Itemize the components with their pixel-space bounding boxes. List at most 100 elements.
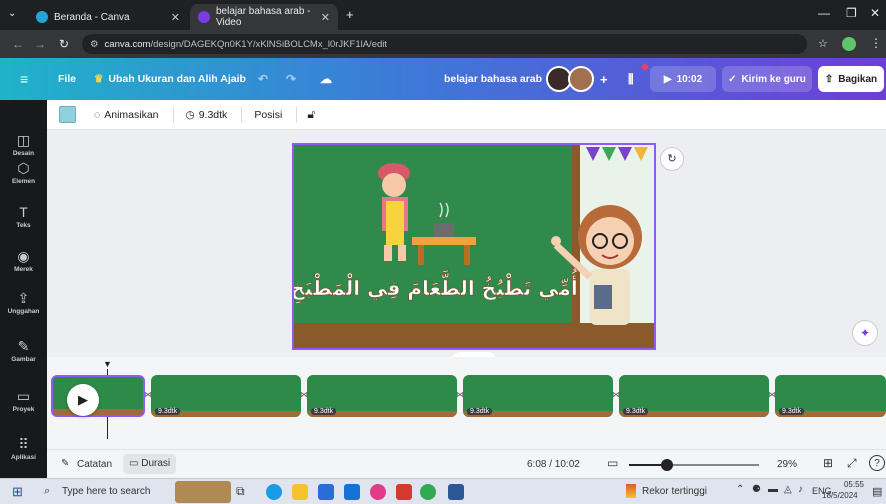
battery-icon[interactable]: ▬ [768,484,778,495]
site-settings-icon[interactable]: ⚙ [90,39,99,50]
duration-button[interactable]: 9.3dtk [199,109,228,121]
fullscreen-icon[interactable]: ⤢ [847,456,857,471]
transition-icon[interactable]: ⋈ [768,390,776,399]
transition-icon[interactable]: ⋈ [456,390,464,399]
extension-icon[interactable] [842,37,856,51]
transition-icon[interactable]: ⋈ [300,390,308,399]
timeline-play-button[interactable]: ▶ [67,384,99,416]
reload-icon[interactable]: ↻ [54,37,74,51]
help-button[interactable]: ? [869,455,885,471]
browser-tab-strip: ⌄ Beranda - Canva ✕ belajar bahasa arab … [0,0,886,30]
new-tab-button[interactable]: + [346,7,354,22]
color-swatch[interactable] [59,106,76,123]
sidebar-item-gambar[interactable]: ✎ Gambar [0,338,47,363]
duration-icon: ▭ [129,458,139,469]
store-icon[interactable] [344,484,360,500]
timeline-clip[interactable]: 9.3dtk [307,375,457,417]
playhead-marker-icon[interactable]: ▼ [103,359,112,369]
lock-icon[interactable]: 🔓︎ [307,107,315,122]
timeline-clip[interactable]: 9.3dtk [151,375,301,417]
sidebar-item-proyek[interactable]: ▭ Proyek [0,388,47,413]
context-toolbar: ◌ Animasikan ◷ 9.3dtk Posisi 🔓︎ [47,100,886,130]
draw-icon: ✎ [17,338,30,354]
resize-magic-button[interactable]: ♛ Ubah Ukuran dan Alih Ajaib [94,58,246,100]
design-title[interactable]: belajar bahasa arab [444,58,542,100]
bookmark-star-icon[interactable]: ☆ [818,37,828,50]
rotate-refresh-icon[interactable]: ↻ [660,147,684,171]
clip-duration-badge: 9.3dtk [311,408,337,415]
forward-icon[interactable]: → [30,37,50,51]
share-button[interactable]: ⇧ Bagikan [818,66,884,92]
avatar[interactable] [568,66,594,92]
zoom-level[interactable]: 29% [777,459,797,470]
play-button[interactable]: ▶ 10:02 [650,66,716,92]
maximize-icon[interactable]: ❐ [846,6,857,20]
add-collaborator-button[interactable]: + [600,58,608,100]
pdf-icon[interactable] [396,484,412,500]
close-window-icon[interactable]: ✕ [870,6,880,20]
magic-assistant-icon[interactable]: ✦ [852,320,878,346]
edge-browser-icon[interactable] [266,484,282,500]
undo-icon[interactable]: ↶ [258,58,268,100]
cloud-save-icon[interactable]: ☁ [320,58,332,100]
sidebar-item-label: Teks [16,222,31,229]
close-icon[interactable]: ✕ [171,11,180,24]
play-icon: ▶ [663,73,672,85]
menu-dots-icon[interactable]: ⋮ [870,36,882,50]
clip-duration-badge: 9.3dtk [779,408,805,415]
windows-start-icon[interactable]: ⊞ [12,484,23,500]
weather-label[interactable]: Rekor tertinggi [642,486,707,497]
wifi-icon[interactable]: ◬ [784,484,792,495]
hamburger-menu-icon[interactable]: ≡ [20,58,28,100]
network-icon[interactable]: ⚈ [752,484,761,495]
redo-icon[interactable]: ↷ [286,58,296,100]
share-icon: ⇧ [824,73,834,85]
back-icon[interactable]: ← [8,37,28,51]
sidebar-item-merek[interactable]: ◉ Merek [0,248,47,273]
grid-view-icon[interactable]: ⊞ [823,456,833,470]
duration-toggle-button[interactable]: ▭ Durasi [123,454,177,474]
clock-date[interactable]: 18/5/2024 [822,491,858,500]
close-icon[interactable]: ✕ [321,11,330,24]
zoom-slider-handle[interactable] [660,459,673,471]
sidebar-item-desain[interactable]: ◫ Desain [0,132,47,157]
tab-belajar[interactable]: belajar bahasa arab - Video ✕ [190,4,338,30]
timeline-clip[interactable]: 9.3dtk [463,375,613,417]
task-view-icon[interactable]: ⧉ [236,484,245,499]
sidebar-item-teks[interactable]: T Teks [0,204,47,229]
file-explorer-icon[interactable] [292,484,308,500]
volume-icon[interactable]: ♪ [798,484,803,495]
sidebar-item-label: Unggahan [7,308,40,315]
clock-time[interactable]: 05:55 [836,480,872,489]
chrome-icon[interactable] [420,484,436,500]
tray-overflow-icon[interactable]: ⌃ [736,484,744,495]
screen-icon[interactable]: ▭ [607,456,618,470]
play-time: 10:02 [676,73,703,85]
word-icon[interactable] [448,484,464,500]
app-icon[interactable] [370,484,386,500]
timeline-clip[interactable]: 9.3dtk [619,375,769,417]
sidebar-item-label: Gambar [11,356,36,363]
file-menu[interactable]: File [58,58,76,100]
sidebar-item-aplikasi[interactable]: ⠿ Aplikasi [0,436,47,461]
animate-button[interactable]: Animasikan [104,109,158,121]
send-to-teacher-button[interactable]: ✓ Kirim ke guru [722,66,812,92]
position-button[interactable]: Posisi [254,109,282,121]
minimize-icon[interactable]: — [818,6,830,20]
sidebar-item-elemen[interactable]: ⬡ Elemen [0,160,47,185]
taskbar-news-widget[interactable] [175,481,231,503]
sidebar-item-unggahan[interactable]: ⇪ Unggahan [0,290,47,315]
slide-canvas[interactable]: أُمِّي تَطْبُخُ الطَّعَامَ فِي الْمَطْبَ… [292,143,656,350]
tab-search-chevron-icon[interactable]: ⌄ [8,8,16,19]
clip-duration-badge: 9.3dtk [623,408,649,415]
notes-button[interactable]: Catatan [77,459,112,470]
transition-icon[interactable]: ⋈ [144,390,152,399]
tab-beranda[interactable]: Beranda - Canva ✕ [28,4,188,30]
insights-icon[interactable]: ⫼ [628,58,634,100]
mail-icon[interactable] [318,484,334,500]
transition-icon[interactable]: ⋈ [612,390,620,399]
taskbar-search-field[interactable]: Type here to search [62,486,150,497]
timeline-clip[interactable]: 9.3dtk [775,375,886,417]
url-field[interactable]: ⚙ canva.com/design/DAGEKQn0K1Y/xKlNSiBOL… [82,34,807,54]
notification-center-icon[interactable]: ▤ [872,485,882,498]
